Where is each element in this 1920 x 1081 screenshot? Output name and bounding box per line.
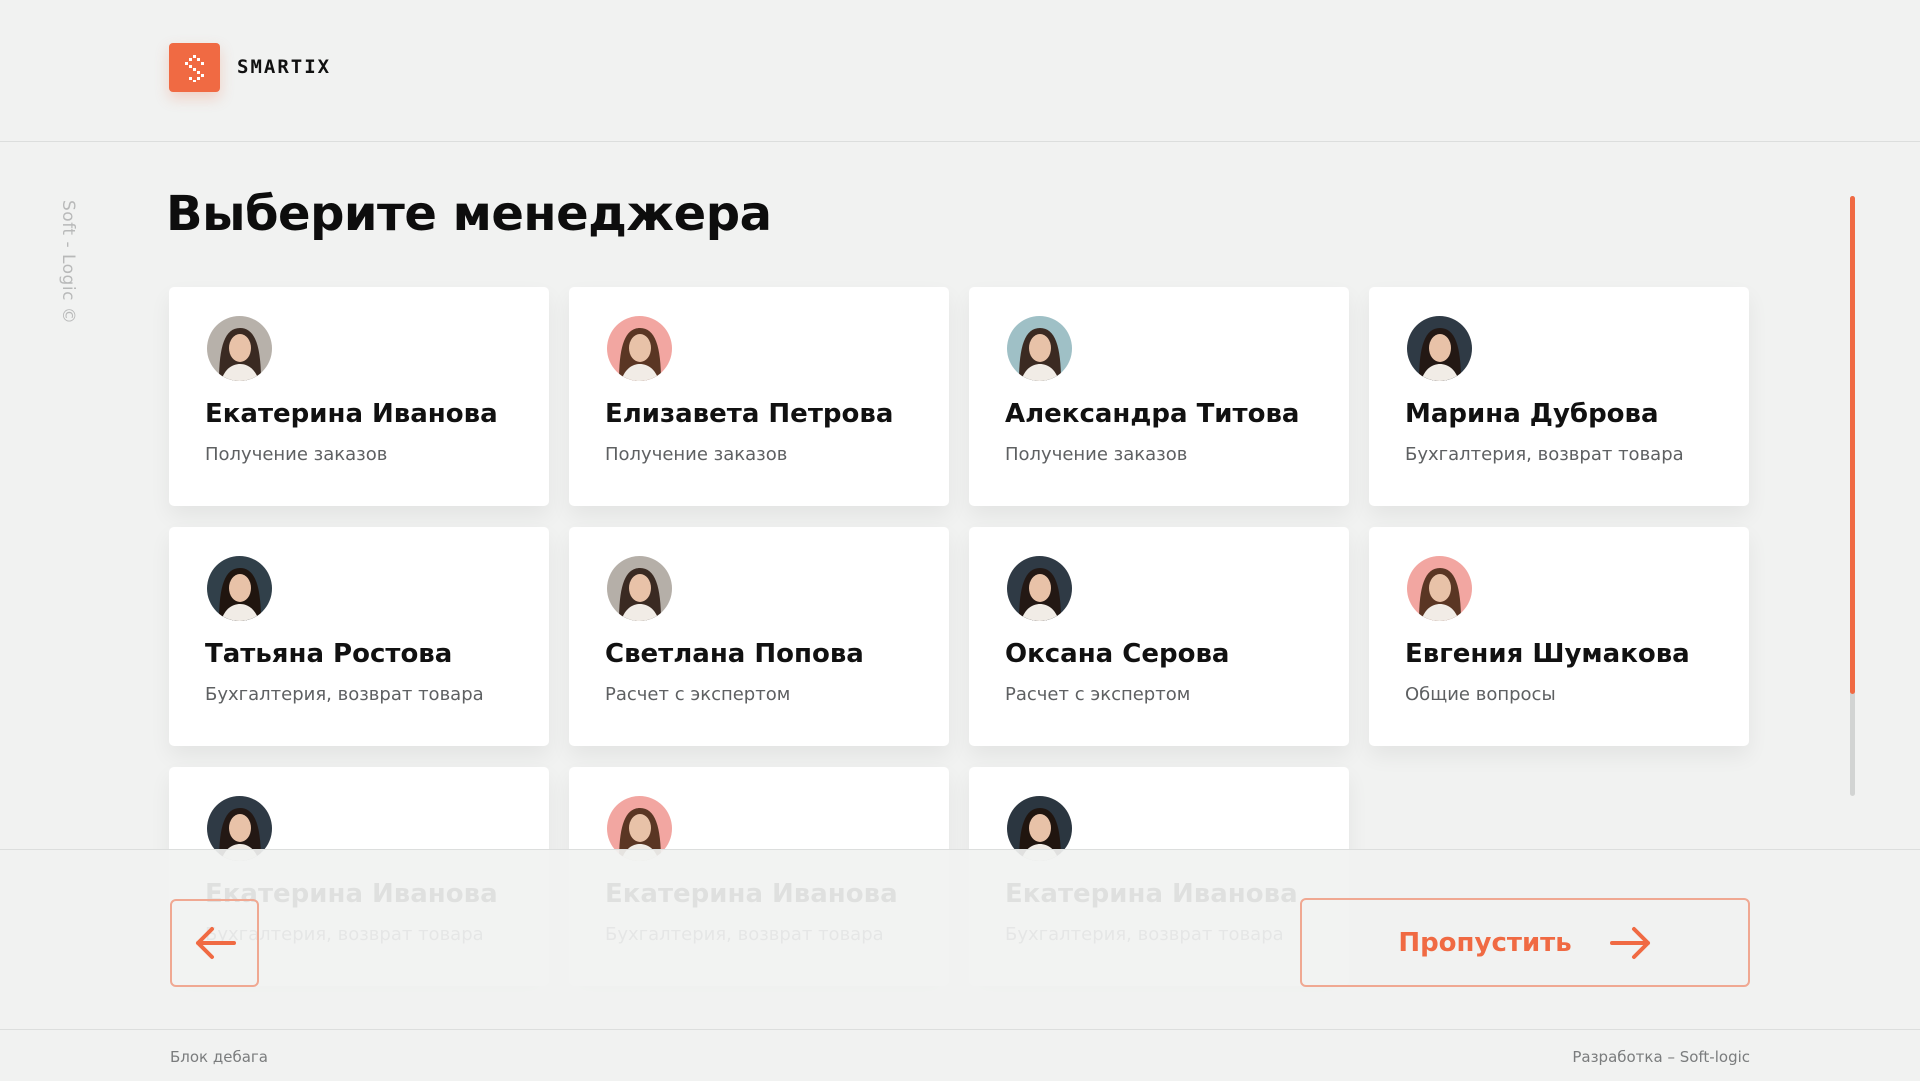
- avatar: [207, 316, 272, 381]
- avatar: [207, 556, 272, 621]
- scrollbar-thumb[interactable]: [1850, 196, 1855, 694]
- manager-role: Получение заказов: [1005, 444, 1188, 465]
- manager-role: Бухгалтерия, возврат товара: [1405, 444, 1684, 465]
- manager-card[interactable]: Оксана Серова Расчет с экспертом: [969, 527, 1349, 746]
- manager-card[interactable]: Татьяна Ростова Бухгалтерия, возврат това…: [169, 527, 549, 746]
- manager-role: Получение заказов: [205, 444, 388, 465]
- manager-card[interactable]: Екатерина Иванова Получение заказов: [169, 287, 549, 506]
- manager-name: Александра Титова: [1005, 399, 1300, 429]
- avatar: [607, 316, 672, 381]
- manager-name: Оксана Серова: [1005, 639, 1230, 669]
- manager-name: Евгения Шумакова: [1405, 639, 1690, 669]
- manager-role: Общие вопросы: [1405, 684, 1556, 705]
- side-copyright: Soft - Logic ©: [58, 200, 78, 325]
- manager-card[interactable]: Евгения Шумакова Общие вопросы: [1369, 527, 1749, 746]
- manager-role: Расчет с экспертом: [605, 684, 791, 705]
- page-title: Выберите менеджера: [166, 186, 772, 242]
- footer: Блок дебага Разработка – Soft-logic: [0, 1029, 1920, 1081]
- manager-role: Расчет с экспертом: [1005, 684, 1191, 705]
- avatar: [1407, 556, 1472, 621]
- manager-name: Елизавета Петрова: [605, 399, 894, 429]
- manager-role: Бухгалтерия, возврат товара: [205, 684, 484, 705]
- avatar: [1407, 316, 1472, 381]
- manager-name: Светлана Попова: [605, 639, 864, 669]
- manager-card[interactable]: Светлана Попова Расчет с экспертом: [569, 527, 949, 746]
- manager-name: Марина Дуброва: [1405, 399, 1659, 429]
- manager-card[interactable]: Александра Титова Получение заказов: [969, 287, 1349, 506]
- manager-name: Екатерина Иванова: [205, 399, 498, 429]
- avatar: [1007, 556, 1072, 621]
- manager-role: Получение заказов: [605, 444, 788, 465]
- header: SMARTIX: [0, 0, 1920, 142]
- skip-button[interactable]: Пропустить: [1300, 898, 1750, 987]
- arrow-left-icon: [195, 927, 236, 959]
- back-button[interactable]: [170, 899, 259, 987]
- brand-name: SMARTIX: [237, 56, 332, 78]
- footer-debug-label: Блок дебага: [170, 1048, 268, 1066]
- footer-developer-label: Разработка – Soft-logic: [1572, 1048, 1750, 1066]
- arrow-right-icon: [1609, 926, 1650, 959]
- logo-icon: [169, 43, 220, 92]
- manager-name: Татьяна Ростова: [205, 639, 453, 669]
- avatar: [1007, 316, 1072, 381]
- skip-label: Пропустить: [1398, 927, 1572, 958]
- manager-card[interactable]: Марина Дуброва Бухгалтерия, возврат товар…: [1369, 287, 1749, 506]
- manager-card[interactable]: Елизавета Петрова Получение заказов: [569, 287, 949, 506]
- avatar: [607, 556, 672, 621]
- scrollbar[interactable]: [1850, 196, 1855, 796]
